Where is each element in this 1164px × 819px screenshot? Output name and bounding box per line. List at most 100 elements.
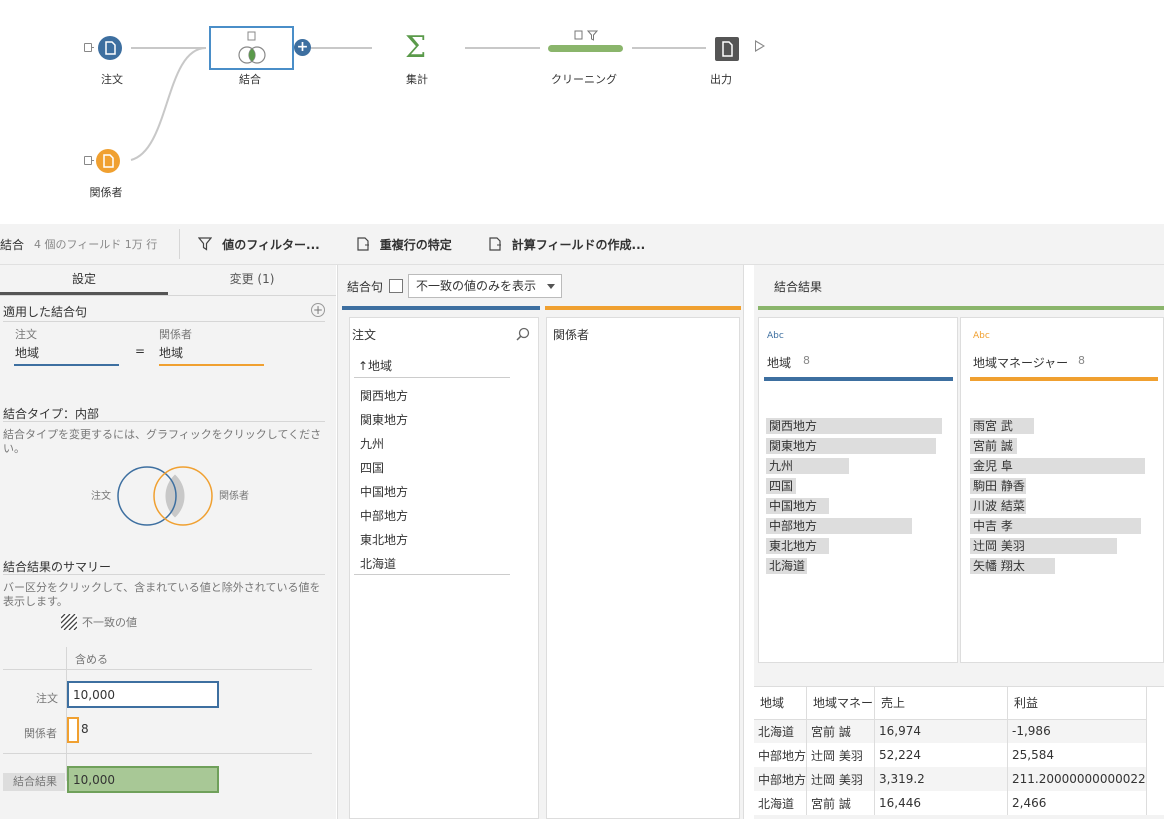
table-cell: 中部地方 bbox=[754, 767, 808, 791]
clause-value-item[interactable]: 四国 bbox=[360, 459, 384, 476]
summary-axis-line bbox=[66, 647, 67, 781]
join-type-title: 結合タイプ：内部 bbox=[3, 407, 100, 421]
identify-duplicates-button[interactable]: 重複行の特定 bbox=[356, 236, 452, 253]
manager-field-name[interactable]: 地域マネージャー bbox=[973, 354, 1068, 371]
value-bar[interactable]: 駒田 静香 bbox=[970, 478, 1026, 494]
grid-header-manager[interactable]: 地域マネー bbox=[806, 687, 876, 720]
summary-header-divider bbox=[3, 669, 312, 670]
cleaning-node[interactable] bbox=[548, 45, 623, 52]
region-distinct-count: 8 bbox=[803, 354, 810, 367]
aggregate-node-label: 集計 bbox=[406, 73, 428, 86]
aggregate-node[interactable]: Σ bbox=[405, 30, 426, 65]
calculated-field-icon bbox=[489, 237, 501, 251]
clause-value-item[interactable]: 中部地方 bbox=[360, 507, 408, 524]
table-row[interactable]: 北海道 宮前 誠 16,974 -1,986 bbox=[754, 719, 1148, 743]
table-row[interactable]: 中部地方 辻岡 美羽 3,319.2 211.20000000000022 bbox=[754, 767, 1148, 791]
grid-header-region[interactable]: 地域 bbox=[754, 687, 808, 720]
clause-value-item[interactable]: 関西地方 bbox=[360, 387, 408, 404]
table-row[interactable]: 中部地方 辻岡 美羽 52,224 25,584 bbox=[754, 743, 1148, 767]
table-cell: 2,466 bbox=[1007, 791, 1148, 815]
value-bar[interactable]: 関西地方 bbox=[766, 418, 942, 434]
right-table-color-bar bbox=[545, 306, 741, 310]
summary-row-label: 結合結果 bbox=[3, 773, 65, 791]
value-bar[interactable]: 九州 bbox=[766, 458, 849, 474]
people-included-bar[interactable] bbox=[67, 717, 79, 743]
cleaning-node-label: クリーニング bbox=[551, 73, 617, 86]
field-header-divider bbox=[354, 377, 510, 378]
tab-settings[interactable]: 設定 bbox=[0, 265, 168, 295]
value-bar[interactable]: 矢幡 翔太 bbox=[970, 558, 1055, 574]
value-bar[interactable]: 雨宮 武 bbox=[970, 418, 1034, 434]
grid-header-profit[interactable]: 利益 bbox=[1007, 687, 1148, 720]
region-field-name[interactable]: 地域 bbox=[767, 354, 791, 371]
right-clause-field[interactable]: 地域 bbox=[159, 344, 183, 361]
result-title: 結合結果 bbox=[774, 280, 823, 294]
table-cell: 16,974 bbox=[874, 719, 1009, 743]
search-icon[interactable] bbox=[516, 327, 530, 341]
value-bar[interactable]: 四国 bbox=[766, 478, 796, 494]
output-node[interactable] bbox=[715, 37, 739, 61]
people-node-label: 関係者 bbox=[89, 186, 123, 199]
left-clause-field[interactable]: 地域 bbox=[15, 344, 39, 361]
summary-divider bbox=[3, 753, 312, 754]
join-node[interactable] bbox=[209, 26, 294, 70]
value-bar[interactable]: 東北地方 bbox=[766, 538, 829, 554]
document-icon bbox=[105, 41, 116, 55]
value-bar[interactable]: 中吉 孝 bbox=[970, 518, 1141, 534]
value-bar[interactable]: 宮前 誠 bbox=[970, 438, 1017, 454]
join-clause-panel: 結合句 不一致の値のみを表示 注文 ↑地域 関西地方 関東地方 九州 四国 中国地方 中部… bbox=[337, 265, 744, 819]
value-bar[interactable]: 中部地方 bbox=[766, 518, 912, 534]
filter-values-button[interactable]: 値のフィルター... bbox=[198, 236, 320, 253]
left-table-color-bar bbox=[342, 306, 540, 310]
document-icon bbox=[722, 41, 733, 57]
add-clause-button[interactable]: + bbox=[311, 303, 325, 317]
join-type-venn-diagram[interactable] bbox=[114, 464, 216, 528]
inner-join-region[interactable] bbox=[165, 474, 185, 518]
join-result-bar[interactable]: 10,000 bbox=[67, 766, 219, 793]
value-bar[interactable]: 北海道 bbox=[766, 558, 807, 574]
clause-value-item[interactable]: 関東地方 bbox=[360, 411, 408, 428]
orders-input-node[interactable] bbox=[98, 36, 122, 60]
create-calculated-field-button[interactable]: 計算フィールドの作成... bbox=[488, 236, 645, 253]
result-data-grid: 地域 地域マネー 売上 利益 北海道 宮前 誠 16,974 -1,986 中部地方 辻岡… bbox=[754, 686, 1164, 815]
run-flow-icon[interactable] bbox=[755, 40, 765, 52]
unmatched-only-checkbox[interactable] bbox=[389, 279, 403, 293]
table-cell: 25,584 bbox=[1007, 743, 1148, 767]
clause-value-item[interactable]: 九州 bbox=[360, 435, 384, 452]
unmatched-only-dropdown[interactable]: 不一致の値のみを表示 bbox=[408, 274, 562, 298]
orders-node-label: 注文 bbox=[101, 73, 123, 86]
value-bar[interactable]: 辻岡 美羽 bbox=[970, 538, 1117, 554]
summary-row-label: 注文 bbox=[36, 692, 58, 705]
orders-included-count: 10,000 bbox=[73, 688, 115, 702]
clause-value-item[interactable]: 東北地方 bbox=[360, 531, 408, 548]
grid-header-sales[interactable]: 売上 bbox=[874, 687, 1009, 720]
table-row[interactable]: 北海道 宮前 誠 16,446 2,466 bbox=[754, 791, 1148, 815]
value-bar[interactable]: 中国地方 bbox=[766, 498, 829, 514]
clause-value-item[interactable]: 中国地方 bbox=[360, 483, 408, 500]
clause-field-header[interactable]: ↑地域 bbox=[358, 357, 392, 374]
value-bar[interactable]: 金児 阜 bbox=[970, 458, 1145, 474]
value-bar[interactable]: 川波 結菜 bbox=[970, 498, 1026, 514]
region-profile-card[interactable]: Abc 地域 8 関西地方関東地方九州四国中国地方中部地方東北地方北海道 bbox=[758, 317, 958, 663]
people-input-node[interactable] bbox=[96, 149, 120, 173]
venn-right-label: 関係者 bbox=[219, 491, 249, 502]
clean-filter-icon bbox=[574, 30, 599, 41]
add-step-button[interactable]: + bbox=[294, 39, 311, 56]
included-column-header: 含める bbox=[75, 653, 108, 666]
clause-value-item[interactable]: 北海道 bbox=[360, 555, 396, 572]
manager-profile-card[interactable]: Abc 地域マネージャー 8 雨宮 武宮前 誠金児 阜駒田 静香 川波 結菜 中吉 … bbox=[960, 317, 1164, 663]
tab-changes[interactable]: 変更 (1) bbox=[168, 265, 336, 295]
left-clause-card: 注文 ↑地域 関西地方 関東地方 九州 四国 中国地方 中部地方 東北地方 北海道 bbox=[349, 317, 539, 819]
string-type-icon: Abc bbox=[767, 331, 784, 341]
table-cell: 52,224 bbox=[874, 743, 1009, 767]
manager-distinct-count: 8 bbox=[1078, 354, 1085, 367]
table-cell: 辻岡 美羽 bbox=[806, 767, 876, 791]
value-bar[interactable]: 関東地方 bbox=[766, 438, 936, 454]
clause-operator[interactable]: = bbox=[135, 344, 145, 358]
summary-title: 結合結果のサマリー bbox=[3, 560, 112, 574]
join-result-panel: 結合結果 Abc 地域 8 関西地方 関東地方 九州 四国 中国地方 中部地方 東北地方 北海… bbox=[754, 265, 1164, 819]
right-clause-header: 関係者 bbox=[553, 328, 590, 342]
orders-included-bar[interactable]: 10,000 bbox=[67, 681, 219, 708]
result-color-bar bbox=[758, 306, 1164, 310]
document-icon bbox=[103, 154, 114, 168]
